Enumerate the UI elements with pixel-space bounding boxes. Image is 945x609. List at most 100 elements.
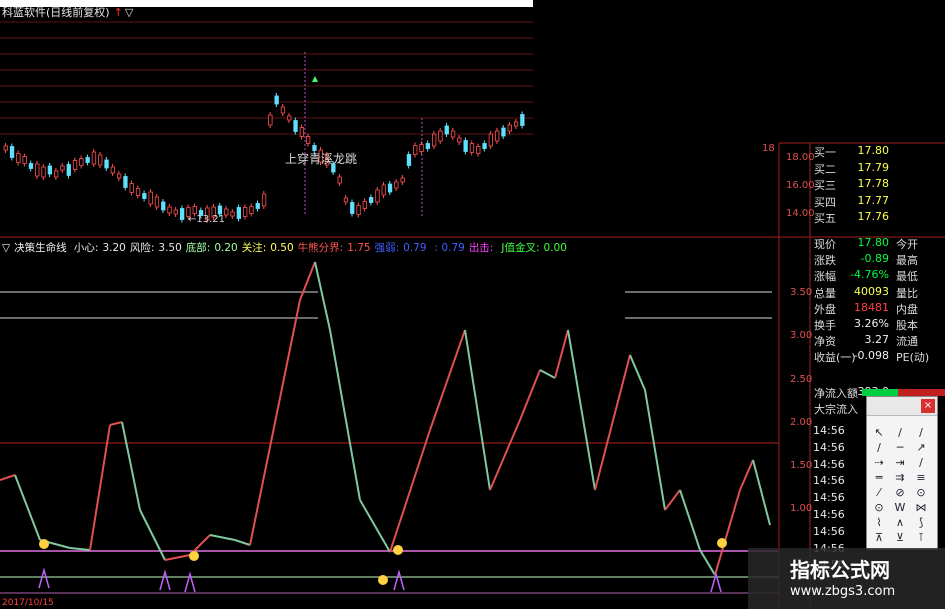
buy-signal-icon — [38, 567, 50, 589]
drawing-tool-icon[interactable]: ∕ — [913, 455, 929, 471]
drawing-tool-icon[interactable]: ⊙ — [871, 500, 887, 516]
price-axis-label: 16.00 — [786, 180, 815, 191]
indicator-segment — [14, 474, 41, 541]
drawing-tool-icon[interactable]: ⊙ — [913, 485, 929, 501]
candle-body — [419, 144, 424, 152]
drawing-tool-icon[interactable]: ⊻ — [892, 530, 908, 546]
net-inflow-neg-bar — [898, 389, 945, 396]
candle-body — [3, 145, 8, 151]
quote-label: 换手 — [814, 319, 836, 332]
drawing-tool-icon[interactable]: ≡ — [913, 470, 929, 486]
candlesticks — [3, 93, 525, 223]
drawing-tool-icon[interactable]: ↖ — [871, 425, 887, 441]
net-inflow-bar — [862, 389, 898, 396]
candle-body — [457, 137, 462, 143]
quote-row: 净资 3.27 流通 — [812, 333, 945, 350]
indicator-name: 决策生命线 — [14, 242, 67, 254]
menu-triangle-icon[interactable]: ▽ — [125, 6, 133, 19]
drawing-tool-icon[interactable]: ∕ — [892, 425, 908, 441]
smiley-icon — [189, 551, 199, 561]
quote-row: 收益(一) -0.098 PE(动) — [812, 349, 945, 366]
drawing-tool-icon[interactable]: ⇢ — [871, 455, 887, 471]
indicator-legend-value: 3.50 — [158, 242, 182, 254]
chart-title-bar: 科蓝软件(日线前复权) ↑ ▽ — [2, 4, 133, 20]
drawing-tool-icon[interactable]: ↗ — [913, 440, 929, 456]
candle-body — [387, 183, 393, 193]
watermark-url: www.zbgs3.com — [790, 584, 896, 599]
candle-body — [224, 208, 229, 216]
candle-body — [91, 151, 97, 165]
candle-body — [72, 160, 78, 170]
quote-row: 买一 17.80 — [812, 144, 945, 161]
drawing-tool-icon[interactable]: ═ — [871, 470, 887, 486]
quote-value: 17.80 — [857, 236, 890, 249]
indicator-menu-icon[interactable]: ▽ — [2, 242, 10, 254]
indicator-segment — [752, 459, 771, 526]
smiley-icon — [39, 539, 49, 549]
candle-body — [488, 133, 494, 147]
candle-body — [413, 145, 418, 155]
drawing-tool-icon[interactable]: ⊼ — [871, 530, 887, 546]
quote-row: 现价 17.80 今开 — [812, 236, 945, 253]
indicator-segment — [299, 261, 316, 301]
close-icon[interactable]: × — [921, 399, 935, 413]
candle-body — [268, 114, 273, 126]
smiley-icon — [393, 545, 403, 555]
tick-time: 14:56 — [813, 457, 845, 471]
quote-label: 买一 — [814, 146, 836, 159]
candle-body — [356, 205, 361, 215]
indicator-legend-value: 0.20 — [214, 242, 238, 254]
quote-row: 换手 3.26% 股本 — [812, 317, 945, 334]
indicator-segment — [629, 354, 646, 391]
candle-body — [501, 127, 506, 137]
quote-label: 净流入额 — [814, 387, 858, 400]
drawing-tool-icon[interactable]: ∧ — [892, 515, 908, 531]
indicator-axis-label: 3.00 — [790, 330, 813, 341]
drawing-tool-icon[interactable]: ⊘ — [892, 485, 908, 501]
candle-body — [394, 181, 399, 189]
quote-row: 涨幅 -4.76% 最低 — [812, 268, 945, 285]
indicator-legend-item: 出击: — [468, 242, 494, 254]
quote-label-secondary: 今开 — [896, 238, 918, 251]
candle-body — [261, 193, 267, 207]
candle-body — [66, 164, 71, 176]
drawing-tool-palette[interactable]: × ↖ ∕ ∕ ∕ ─ ↗ ⇢ ⇥ ∕ ═ ⇉ ≡ ⁄ ⊘ ⊙ ⊙ W ⋈ ⌇ ∧ ⟆ ⊼ ⊻ ⊺ — [866, 396, 938, 550]
indicator-segment — [121, 421, 141, 511]
indicator-axis-label: 2.50 — [790, 374, 813, 385]
indicator-legend-item: 强弱: — [374, 242, 400, 254]
quote-row: 涨跌 -0.89 最高 — [812, 252, 945, 269]
drawing-tool-icon[interactable]: ⊺ — [913, 530, 929, 546]
quote-label: 买三 — [814, 179, 836, 192]
quote-label-secondary: 最高 — [896, 254, 918, 268]
indicator-segment — [644, 389, 666, 511]
candle-body — [438, 130, 443, 142]
candle-body — [513, 121, 519, 127]
quote-label: 净资 — [814, 335, 836, 349]
drawing-tool-icon[interactable]: ⇉ — [892, 470, 908, 486]
drawing-tool-icon[interactable]: ⁄ — [871, 485, 887, 501]
drawing-tool-icon[interactable]: ⌇ — [871, 515, 887, 531]
indicator-legend-value: 0.79 — [403, 242, 427, 254]
candle-body — [249, 206, 254, 214]
drawing-tool-icon[interactable]: ∕ — [913, 425, 929, 441]
chart-canvas[interactable] — [0, 0, 945, 609]
quote-value: 18481 — [854, 300, 889, 314]
up-arrow-icon[interactable]: ↑ — [114, 6, 123, 19]
candle-body — [154, 196, 160, 208]
indicator-legend-item: J值金叉: — [501, 242, 540, 254]
quote-label: 外盘 — [814, 302, 836, 316]
indicator-segment — [567, 329, 596, 491]
candle-body — [299, 127, 305, 137]
indicator-segment — [714, 489, 741, 576]
drawing-tool-icon[interactable]: ⋈ — [913, 500, 929, 516]
candle-body — [425, 143, 431, 149]
quote-label: 买四 — [814, 195, 836, 209]
drawing-tool-icon[interactable]: W — [892, 500, 908, 516]
drawing-tool-icon[interactable]: ─ — [892, 440, 908, 456]
indicator-segment — [0, 474, 16, 481]
drawing-tool-icon[interactable]: ∕ — [871, 440, 887, 456]
indicator-legend-value: 1.75 — [347, 242, 371, 254]
drawing-tool-icon[interactable]: ⇥ — [892, 455, 908, 471]
bottom-date: 2017/10/15 — [2, 598, 54, 608]
drawing-tool-icon[interactable]: ⟆ — [913, 515, 929, 531]
